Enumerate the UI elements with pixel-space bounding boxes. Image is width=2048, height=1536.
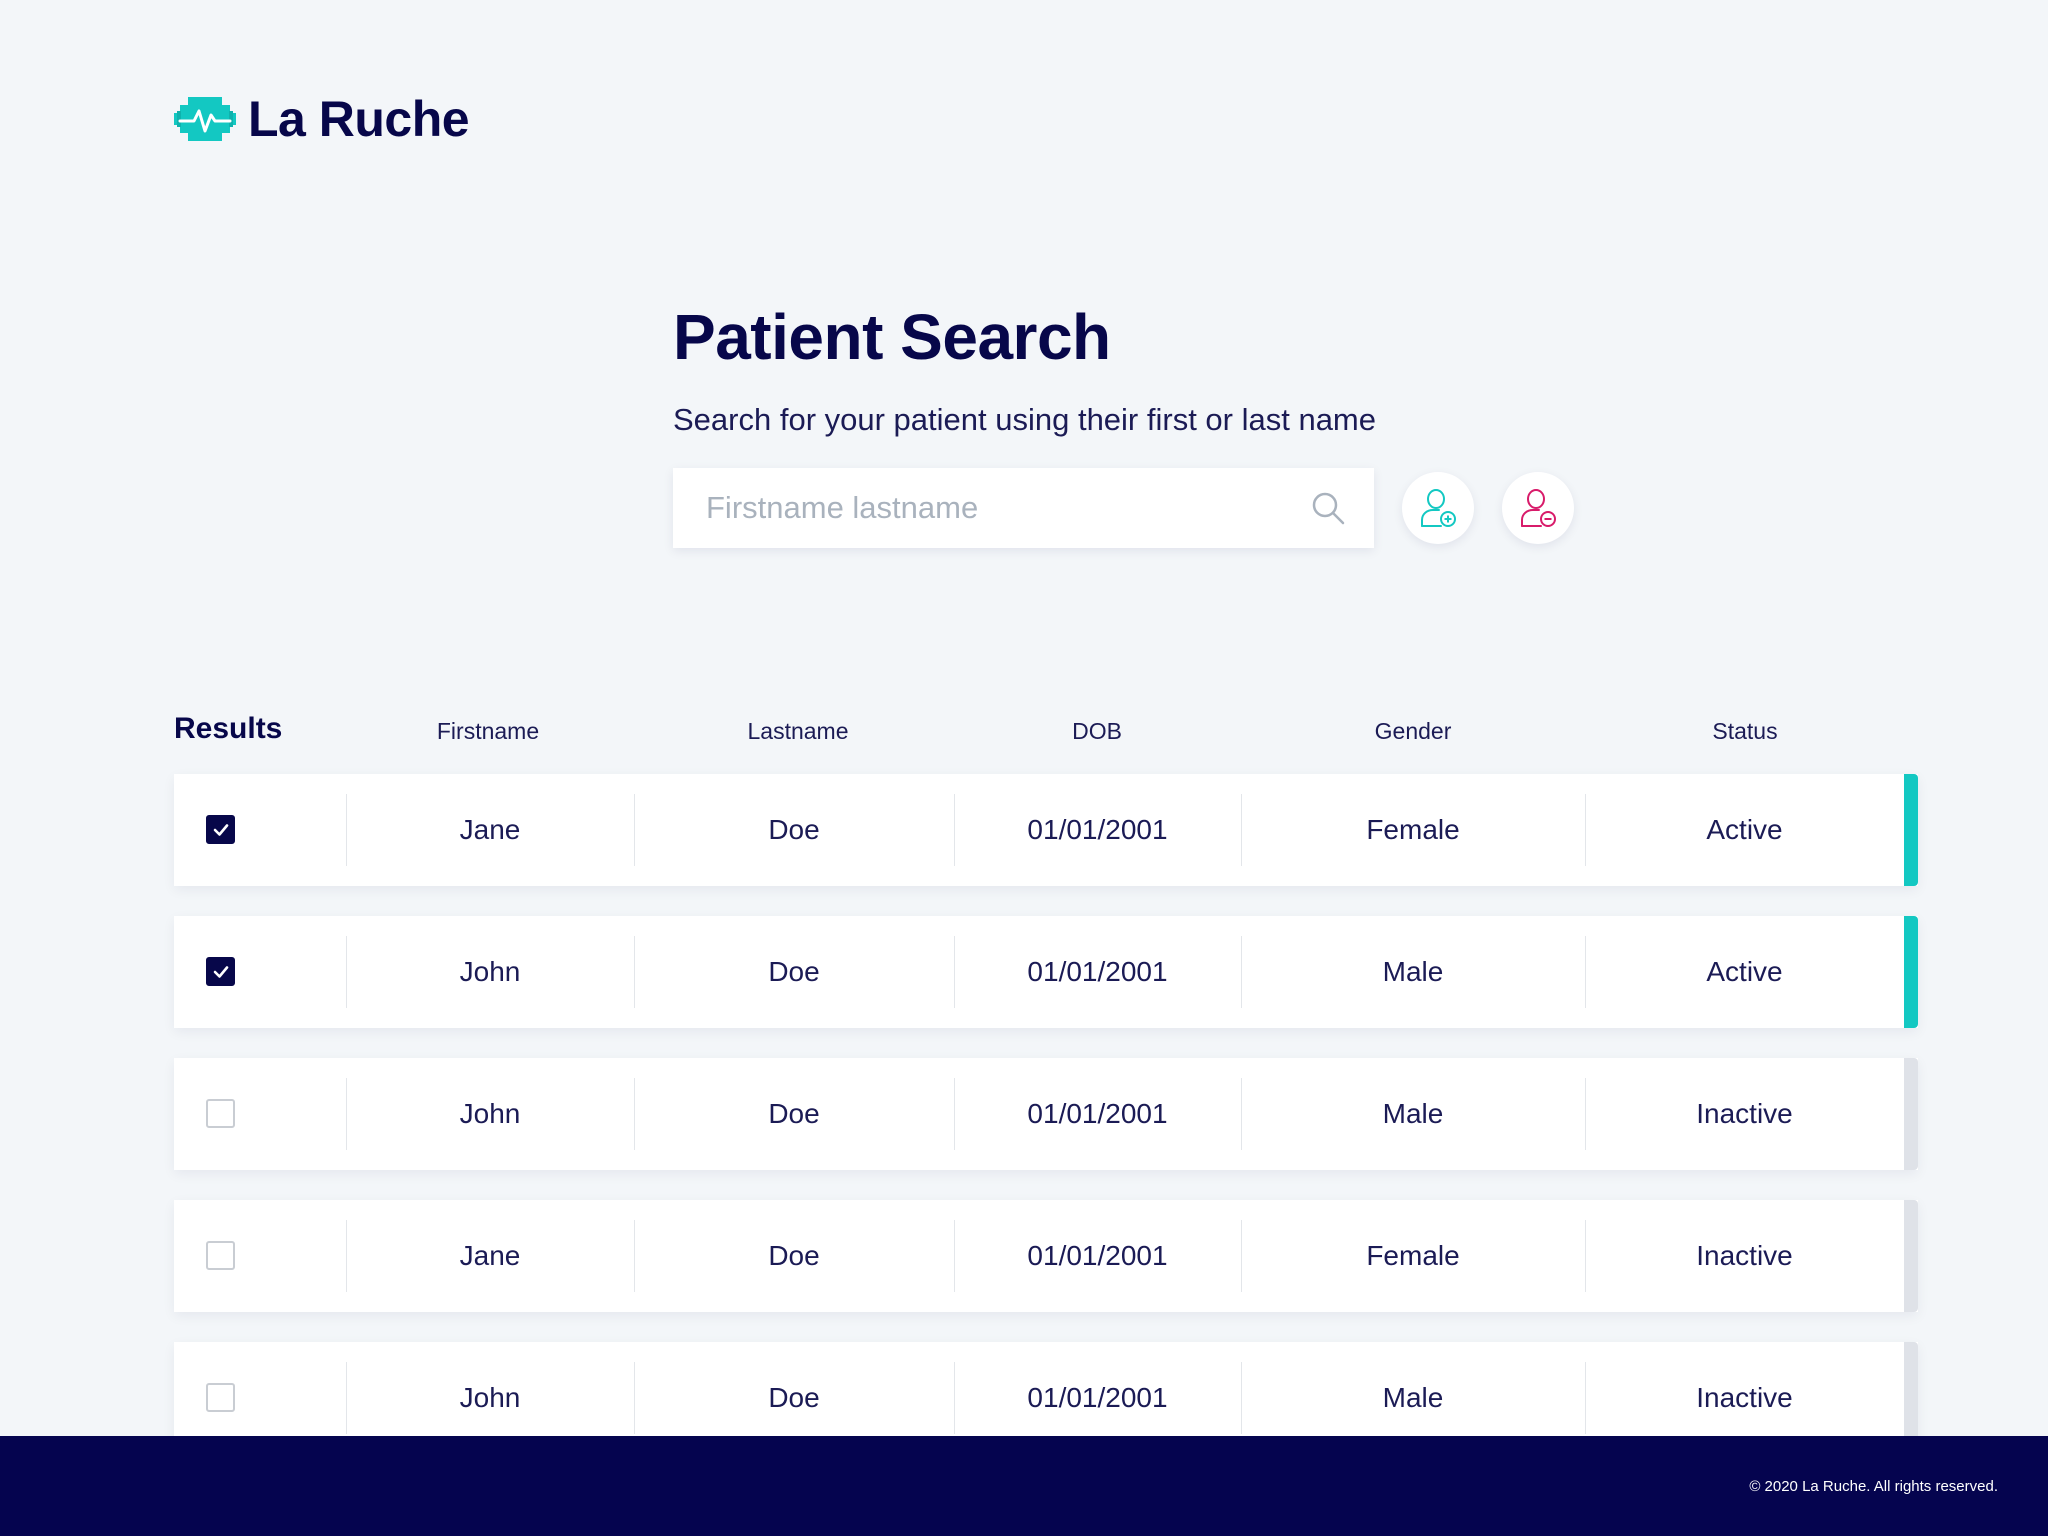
cell-dob: 01/01/2001 xyxy=(1027,1240,1168,1271)
cell-gender: Male xyxy=(1382,956,1444,987)
page-title: Patient Search xyxy=(673,301,1111,373)
remove-patient-button[interactable] xyxy=(1502,472,1574,544)
cell-lastname: Doe xyxy=(768,956,820,987)
page-subtitle: Search for your patient using their firs… xyxy=(673,402,1376,437)
row-checkbox[interactable] xyxy=(206,957,235,986)
brand-name: La Ruche xyxy=(248,91,470,147)
cell-lastname: Doe xyxy=(768,814,820,845)
heartbeat-hive-icon xyxy=(174,97,236,141)
cell-dob: 01/01/2001 xyxy=(1027,1098,1168,1129)
column-header-status[interactable]: Status xyxy=(1712,718,1777,745)
status-indicator xyxy=(1904,1058,1918,1170)
cell-firstname: John xyxy=(459,1098,521,1129)
column-header-lastname[interactable]: Lastname xyxy=(747,718,848,745)
table-row[interactable]: Jane Doe 01/01/2001 Female Inactive xyxy=(174,1200,1918,1312)
cell-firstname: John xyxy=(459,956,521,987)
copyright-text: © 2020 La Ruche. All rights reserved. xyxy=(1749,1478,1998,1495)
cell-lastname: Doe xyxy=(768,1240,820,1271)
column-header-dob[interactable]: DOB xyxy=(1072,718,1122,745)
cell-firstname: Jane xyxy=(459,814,521,845)
row-checkbox[interactable] xyxy=(206,1099,235,1128)
cell-dob: 01/01/2001 xyxy=(1027,956,1168,987)
brand-logo[interactable]: La Ruche xyxy=(174,90,470,148)
table-row[interactable]: John Doe 01/01/2001 Male Active xyxy=(174,916,1918,1028)
column-header-gender[interactable]: Gender xyxy=(1375,718,1452,745)
cell-gender: Female xyxy=(1366,1240,1460,1271)
search-box xyxy=(673,468,1374,548)
status-indicator xyxy=(1904,774,1918,886)
table-row[interactable]: John Doe 01/01/2001 Male Inactive xyxy=(174,1058,1918,1170)
row-checkbox[interactable] xyxy=(206,815,235,844)
cell-firstname: Jane xyxy=(459,1240,521,1271)
cell-status: Active xyxy=(1706,814,1783,845)
user-add-icon xyxy=(1421,489,1456,527)
search-input[interactable] xyxy=(673,468,1310,548)
cell-status: Inactive xyxy=(1696,1240,1793,1271)
cell-status: Active xyxy=(1706,956,1783,987)
cell-dob: 01/01/2001 xyxy=(1027,814,1168,845)
user-remove-icon xyxy=(1521,489,1556,527)
cell-status: Inactive xyxy=(1696,1098,1793,1129)
footer: © 2020 La Ruche. All rights reserved. xyxy=(0,1436,2048,1536)
cell-lastname: Doe xyxy=(768,1098,820,1129)
checkmark-icon xyxy=(213,965,228,978)
cell-gender: Female xyxy=(1366,814,1460,845)
results-label: Results xyxy=(174,712,283,745)
status-indicator xyxy=(1904,916,1918,1028)
checkmark-icon xyxy=(213,823,228,836)
cell-gender: Male xyxy=(1382,1098,1444,1129)
status-indicator xyxy=(1904,1200,1918,1312)
search-icon[interactable] xyxy=(1310,490,1346,526)
column-header-firstname[interactable]: Firstname xyxy=(437,718,539,745)
row-checkbox[interactable] xyxy=(206,1241,235,1270)
row-checkbox[interactable] xyxy=(206,1383,235,1412)
table-row[interactable]: Jane Doe 01/01/2001 Female Active xyxy=(174,774,1918,886)
add-patient-button[interactable] xyxy=(1402,472,1474,544)
